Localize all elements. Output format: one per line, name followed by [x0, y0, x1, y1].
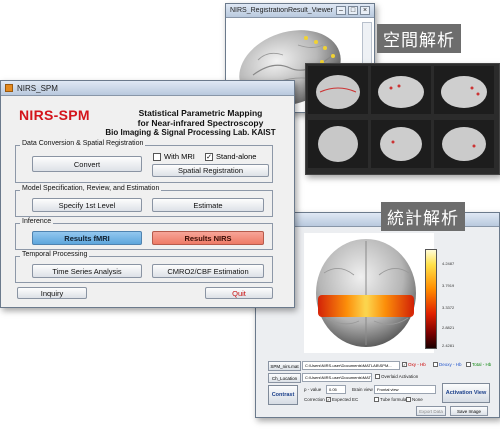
specify-1st-level-button[interactable]: Specify 1st Level	[32, 198, 142, 212]
results-fmri-button[interactable]: Results fMRI	[32, 231, 142, 245]
header-line-2: for Near-infrared Spectroscopy	[137, 118, 264, 128]
activation-view-button[interactable]: Activation View	[442, 383, 490, 403]
model-specification-group: Model Specification, Review, and Estimat…	[15, 185, 273, 217]
p-value-label: p - value	[304, 387, 322, 392]
none-option[interactable]: None	[406, 397, 423, 403]
temporal-processing-group: Temporal Processing Time Series Analysis…	[15, 251, 273, 283]
brain-activation-image	[316, 239, 416, 347]
estimate-button[interactable]: Estimate	[152, 198, 264, 212]
nirs-spm-logo: NIRS-SPM	[19, 107, 90, 123]
oxy-hb-option[interactable]: ✓ Oxy - Hb	[402, 362, 426, 368]
standalone-checkbox[interactable]: ✓ Stand-alone	[205, 152, 256, 161]
spatial-analysis-label: 空間解析	[377, 24, 461, 53]
expected-ec-option[interactable]: ✓ Expected EC	[326, 397, 358, 403]
p-value-input[interactable]: 0.05	[326, 385, 346, 394]
inference-group: Inference Results fMRI Results NIRS	[15, 218, 273, 250]
colorbar-tick: 3.7919	[442, 283, 455, 288]
correction-label: Correction	[304, 397, 325, 402]
tube-formula-option[interactable]: Tube formula	[374, 397, 406, 403]
colorbar-tick: 2.8821	[442, 325, 455, 330]
spatial-window-title: NIRS_RegistrationResult_Viewer	[230, 7, 333, 14]
time-series-analysis-button[interactable]: Time Series Analysis	[32, 264, 142, 278]
spatial-window-titlebar[interactable]: NIRS_RegistrationResult_Viewer – □ ×	[226, 4, 374, 18]
brain-view-label: Brain view	[352, 387, 373, 392]
header-line-1: Statistical Parametric Mapping	[138, 108, 263, 118]
brain-view-cell[interactable]	[308, 120, 368, 168]
ch-location-path-field[interactable]: C:\Users\NIRS-user\Documents\MATLAB\NIRS…	[302, 373, 372, 382]
brain-view-cell[interactable]	[371, 120, 431, 168]
statistical-analysis-label: 統計解析	[381, 202, 465, 231]
brain-view-select[interactable]: Frontal view	[374, 385, 436, 394]
save-image-button[interactable]: Save Image	[450, 406, 488, 416]
temporal-processing-group-label: Temporal Processing	[20, 251, 90, 258]
brain-views-grid-window	[305, 63, 500, 175]
minimize-icon[interactable]: –	[336, 6, 346, 15]
nirs-spm-main-window: NIRS_SPM NIRS-SPM Statistical Parametric…	[0, 80, 295, 308]
total-hb-option[interactable]: Total - Hb	[466, 362, 491, 368]
overlaid-activation-option[interactable]: Overlaid Activation	[375, 374, 418, 380]
close-icon[interactable]: ×	[360, 6, 370, 15]
model-specification-group-label: Model Specification, Review, and Estimat…	[20, 185, 162, 192]
brain-view-cell[interactable]	[371, 66, 431, 114]
results-nirs-button[interactable]: Results NIRS	[152, 231, 264, 245]
main-window-titlebar[interactable]: NIRS_SPM	[1, 81, 294, 96]
data-conversion-group-label: Data Conversion & Spatial Registration	[20, 140, 146, 147]
brain-view-cell[interactable]	[434, 120, 494, 168]
with-mri-label: With MRI	[164, 152, 195, 161]
quit-button[interactable]: Quit	[205, 287, 273, 299]
inference-group-label: Inference	[20, 218, 54, 225]
maximize-icon[interactable]: □	[348, 6, 358, 15]
export-data-button[interactable]: Export Data	[416, 406, 446, 416]
with-mri-checkbox[interactable]: With MRI	[153, 152, 195, 161]
data-conversion-group: Data Conversion & Spatial Registration C…	[15, 140, 273, 183]
spatial-registration-button[interactable]: Spatial Registration	[152, 164, 269, 177]
contrast-button[interactable]: Contrast	[268, 385, 298, 405]
spm-file-path-field[interactable]: C:\Users\NIRS-user\Documents\MATLAB\SPM.…	[302, 361, 400, 370]
header-line-3: Bio Imaging & Signal Processing Lab. KAI…	[105, 128, 276, 137]
ch-location-button[interactable]: Ch_Location	[268, 373, 301, 383]
activation-map-canvas[interactable]	[304, 233, 434, 353]
colorbar-tick: 2.4281	[442, 343, 455, 348]
brain-view-cell[interactable]	[308, 66, 368, 114]
standalone-checkbox-box[interactable]: ✓	[205, 152, 213, 161]
deoxy-hb-option[interactable]: Deoxy - Hb	[433, 362, 462, 368]
cmro2-cbf-estimation-button[interactable]: CMRO2/CBF Estimation	[152, 264, 264, 278]
colorbar-tick: 3.3372	[442, 305, 455, 310]
inquiry-button[interactable]: Inquiry	[17, 287, 87, 299]
activation-colorbar	[425, 249, 437, 349]
main-window-title: NIRS_SPM	[17, 83, 58, 93]
matlab-app-icon	[5, 84, 13, 92]
brain-view-cell[interactable]	[434, 66, 494, 114]
convert-button[interactable]: Convert	[32, 156, 142, 172]
colorbar-tick: 4.2487	[442, 261, 455, 266]
with-mri-checkbox-box[interactable]	[153, 152, 161, 161]
standalone-label: Stand-alone	[216, 152, 257, 161]
spm-file-button[interactable]: SPM_nirs.mat	[268, 361, 301, 371]
